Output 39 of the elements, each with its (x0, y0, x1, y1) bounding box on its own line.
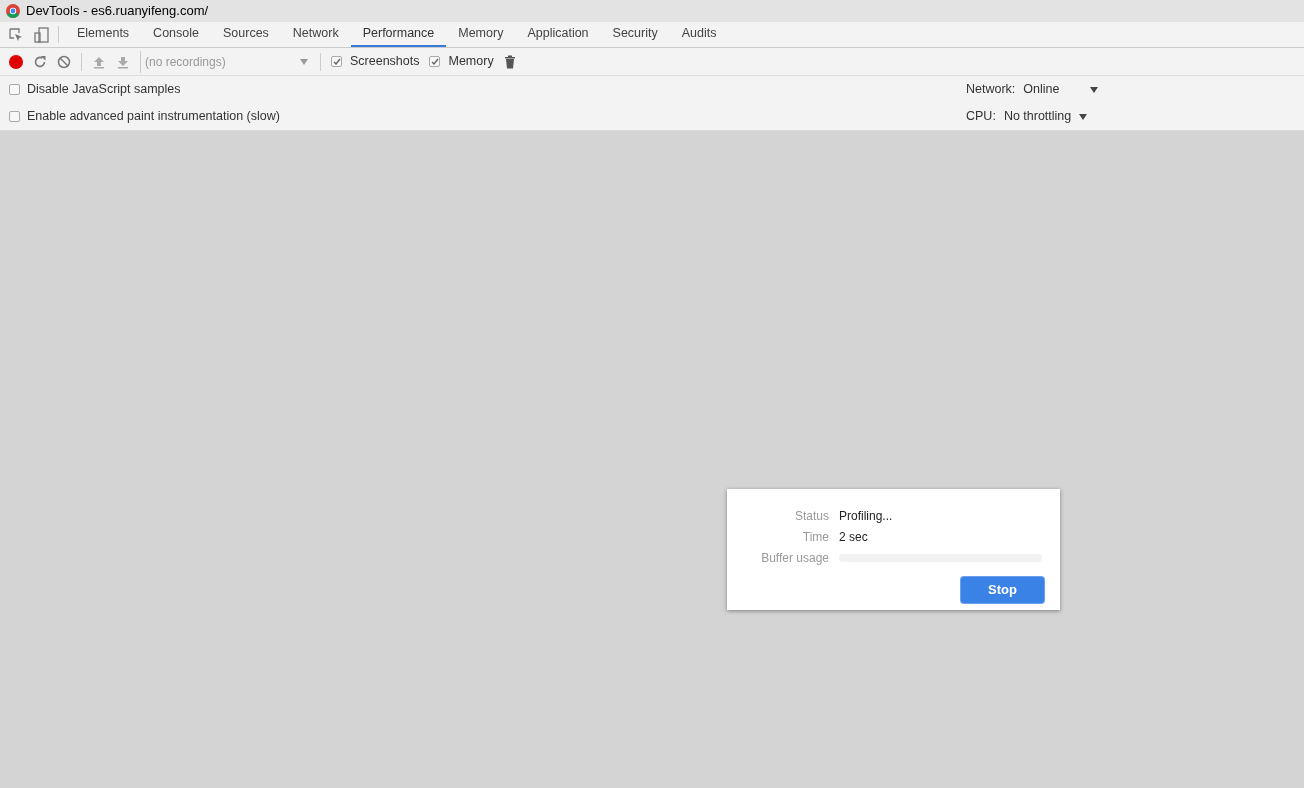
throttle-select[interactable]: No throttling (1003, 107, 1088, 126)
device-toolbar-icon[interactable] (34, 26, 50, 43)
field-value: 2 sec (839, 529, 869, 546)
setting-label: Enable advanced paint instrumentation (slow) (27, 108, 281, 126)
browser-logo-icon (6, 4, 20, 18)
throttle-label: CPU: (966, 108, 996, 126)
caret-icon (300, 58, 308, 65)
field-label: Time (801, 529, 829, 546)
upload-icon[interactable] (92, 54, 106, 69)
panel-tab[interactable]: Security (600, 22, 670, 47)
panel-tab[interactable]: Network (280, 22, 351, 47)
panel-tab[interactable]: Elements (65, 22, 142, 47)
clear-icon[interactable] (57, 54, 71, 69)
download-icon[interactable] (116, 54, 130, 69)
checkbox[interactable] (429, 56, 441, 67)
checkbox-label: Memory (448, 53, 494, 71)
panel-tab[interactable]: Console (141, 22, 211, 47)
field-value: Profiling... (839, 508, 894, 525)
setting-label: Disable JavaScript samples (27, 81, 182, 99)
checkbox[interactable] (331, 56, 342, 67)
panel-tab[interactable]: Memory (446, 22, 516, 47)
checkbox-label: Screenshots (350, 53, 420, 71)
caret-icon (1090, 86, 1099, 93)
throttle-label: Network: (966, 81, 1016, 99)
inspect-icon[interactable] (8, 26, 24, 43)
field-label: Status (793, 508, 829, 525)
panel-tab[interactable]: Audits (669, 22, 729, 47)
reload-icon[interactable] (33, 54, 47, 69)
window-title: DevTools - es6.ruanyifeng.com/ (26, 2, 209, 21)
trash-icon[interactable] (503, 54, 516, 69)
record-button[interactable] (9, 54, 23, 69)
checkbox[interactable] (9, 111, 20, 122)
panel-tab[interactable]: Application (515, 22, 601, 47)
panel-tab[interactable]: Sources (211, 22, 281, 47)
throttle-select[interactable]: Online (1023, 80, 1099, 99)
stop-button[interactable]: Stop (961, 577, 1044, 603)
caret-icon (1079, 113, 1088, 120)
checkbox[interactable] (9, 84, 20, 95)
field-label: Buffer usage (760, 550, 829, 567)
